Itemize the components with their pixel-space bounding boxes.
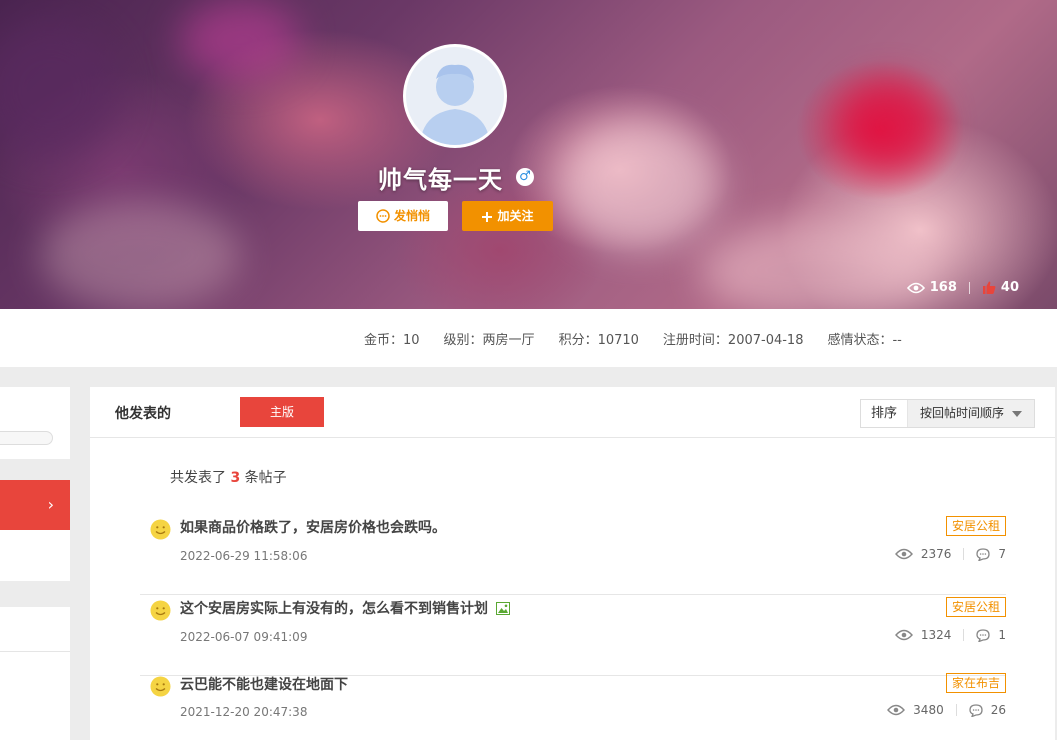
posts-panel: 他发表的 主版 排序 按回帖时间顺序 共发表了 3 条帖子 如果商品价格跌了，安… xyxy=(90,387,1055,740)
post-replies: 7 xyxy=(998,547,1006,561)
eye-icon xyxy=(894,629,913,641)
post-count-prefix: 共发表了 xyxy=(170,470,226,486)
tab-main-board[interactable]: 主版 xyxy=(240,397,324,427)
post-date: 2021-12-20 20:47:38 xyxy=(180,705,308,719)
left-divider xyxy=(0,651,70,652)
chat-bubble-icon xyxy=(376,209,390,223)
smiley-icon xyxy=(150,600,171,621)
post-date: 2022-06-29 11:58:06 xyxy=(180,549,308,563)
post-board-tag[interactable]: 安居公租 xyxy=(945,516,1006,536)
post-title-link[interactable]: 云巴能不能也建设在地面下 xyxy=(180,674,348,694)
posts-panel-header: 他发表的 主版 排序 按回帖时间顺序 xyxy=(90,387,1055,438)
post-board-tag[interactable]: 安居公租 xyxy=(945,597,1006,617)
sort-label: 排序 xyxy=(861,400,908,427)
sort-dropdown[interactable]: 按回帖时间顺序 xyxy=(908,400,1034,427)
send-message-label: 发悄悄 xyxy=(393,209,430,223)
profile-views: 168 xyxy=(929,280,957,295)
post-meta: 2376 7 xyxy=(894,547,1006,561)
eye-icon xyxy=(894,548,913,560)
post-item: 如果商品价格跌了，安居房价格也会跌吗。 2022-06-29 11:58:06 … xyxy=(140,514,1006,595)
chevron-right-icon: › xyxy=(47,495,54,514)
post-title-link[interactable]: 如果商品价格跌了，安居房价格也会跌吗。 xyxy=(180,517,446,537)
post-date: 2022-06-07 09:41:09 xyxy=(180,630,308,644)
smiley-icon xyxy=(150,519,171,540)
follow-button[interactable]: 加关注 xyxy=(462,201,553,231)
caret-down-icon xyxy=(1012,411,1022,417)
eye-icon xyxy=(906,282,925,293)
post-count-summary: 共发表了 3 条帖子 xyxy=(170,467,287,487)
post-views: 3480 xyxy=(913,703,944,717)
post-meta: 1324 1 xyxy=(894,628,1006,642)
post-board-tag[interactable]: 家在布吉 xyxy=(945,673,1006,693)
thumbs-up-icon xyxy=(982,281,996,294)
image-attachment-icon xyxy=(496,602,510,615)
profile-stats: 168 40 xyxy=(906,280,1019,295)
post-count-suffix: 条帖子 xyxy=(244,470,287,486)
username: 帅气每一天 xyxy=(378,166,503,194)
post-item: 云巴能不能也建设在地面下 2021-12-20 20:47:38 家在布吉 34… xyxy=(140,671,1006,740)
post-count: 3 xyxy=(230,470,241,486)
left-progress-bar xyxy=(0,431,53,445)
smiley-icon xyxy=(150,676,171,697)
post-replies: 1 xyxy=(998,628,1006,642)
sort-control: 排序 按回帖时间顺序 xyxy=(860,399,1035,428)
left-panel-top xyxy=(0,387,70,459)
left-nav-active-item[interactable]: › xyxy=(0,480,70,530)
follow-label: 加关注 xyxy=(497,209,534,223)
points-stat: 积分：10710 xyxy=(558,333,639,348)
profile-banner: 帅气每一天 ♂ 发悄悄 加关注 168 40 xyxy=(0,0,1057,309)
relationship-status: 感情状态：-- xyxy=(827,333,902,348)
post-item: 这个安居房实际上有没有的，怎么看不到销售计划 2022-06-07 09:41:… xyxy=(140,595,1006,676)
comment-icon xyxy=(976,628,991,642)
comment-icon xyxy=(976,547,991,561)
coins-stat: 金币：10 xyxy=(364,333,420,348)
avatar[interactable] xyxy=(403,44,507,148)
eye-icon xyxy=(887,704,906,716)
posts-panel-title: 他发表的 xyxy=(115,406,171,422)
level-stat: 级别：两房一厅 xyxy=(443,333,535,348)
post-title-link[interactable]: 这个安居房实际上有没有的，怎么看不到销售计划 xyxy=(180,598,510,618)
registered-date: 注册时间：2007-04-18 xyxy=(662,333,804,348)
post-views: 2376 xyxy=(920,547,952,561)
post-views: 1324 xyxy=(920,628,952,642)
plus-icon xyxy=(482,212,493,222)
sort-dropdown-value: 按回帖时间顺序 xyxy=(920,406,1005,420)
male-icon: ♂ xyxy=(516,168,534,186)
comment-icon xyxy=(969,703,983,717)
send-message-button[interactable]: 发悄悄 xyxy=(358,201,448,231)
post-replies: 26 xyxy=(990,703,1006,717)
default-avatar-icon xyxy=(420,64,490,145)
profile-info-bar: 金币：10 级别：两房一厅 积分：10710 注册时间：2007-04-18 感… xyxy=(0,309,1057,367)
post-title-text: 这个安居房实际上有没有的，怎么看不到销售计划 xyxy=(180,601,488,617)
left-panel-bottom xyxy=(0,607,70,740)
post-meta: 3480 26 xyxy=(887,703,1006,717)
profile-likes: 40 xyxy=(1000,280,1019,295)
